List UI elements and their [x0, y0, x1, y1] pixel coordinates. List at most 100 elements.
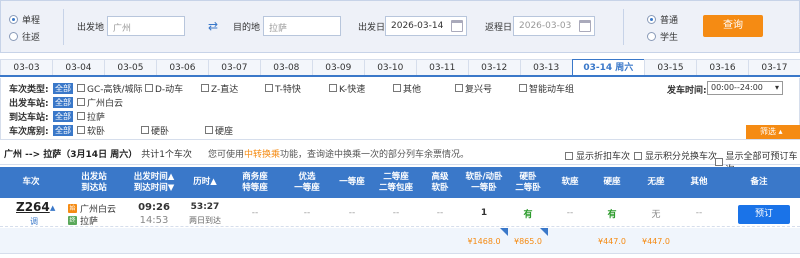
filter-checkbox[interactable]: 其他 — [393, 82, 455, 95]
return-date-input[interactable]: 2026-03-03 — [513, 16, 595, 36]
checkbox-icon — [205, 126, 213, 134]
col-soft-sleeper: 软卧/动卧 一等卧 — [465, 171, 503, 193]
filter-checkbox[interactable]: T-特快 — [265, 82, 329, 95]
price-standing: ¥447.0 — [642, 236, 670, 246]
radio-dot-icon — [9, 15, 18, 24]
train-sub-label: 调 — [30, 217, 38, 226]
date-tab[interactable]: 03-03 — [0, 59, 53, 75]
seat-standing: 无 — [651, 209, 661, 220]
all-button[interactable]: 全部 — [53, 96, 73, 108]
transfer-tip: 您可使用中转换乘功能，查询途中换乘一次的部分列车余票情况。 — [207, 150, 469, 160]
filter-checkbox[interactable]: K-快速 — [329, 82, 393, 95]
seat-hard-seat[interactable]: 有 — [592, 199, 632, 227]
date-tab[interactable]: 03-05 — [103, 59, 157, 75]
checkbox-icon — [329, 84, 337, 92]
train-number[interactable]: Z264 — [16, 200, 50, 214]
col-duration[interactable]: 历时▲ — [182, 167, 228, 198]
date-tab[interactable]: 03-10 — [363, 59, 417, 75]
filter-checkbox[interactable]: 智能动车组 — [519, 82, 589, 95]
seat-hard-sleeper[interactable]: 有 — [508, 199, 548, 227]
filter-checkbox[interactable]: 广州白云 — [77, 96, 123, 109]
show-discount-checkbox[interactable]: 显示折扣车次 — [565, 149, 630, 162]
date-tab[interactable]: 03-13 — [519, 59, 573, 75]
col-standing: 无座 — [647, 177, 665, 187]
calendar-icon[interactable] — [451, 20, 463, 32]
radio-dot-icon — [647, 32, 656, 41]
arrive-time: 14:53 — [139, 214, 169, 226]
calendar-icon[interactable] — [579, 20, 591, 32]
filter-checkbox[interactable]: 硬座 — [205, 124, 233, 137]
date-tab[interactable]: 03-17 — [747, 59, 800, 75]
filter-checkbox[interactable]: 拉萨 — [77, 110, 105, 123]
one-way-radio[interactable]: 单程 — [9, 13, 40, 26]
passenger-student-radio[interactable]: 学生 — [647, 30, 678, 43]
show-points-checkbox[interactable]: 显示积分兑换车次 — [634, 149, 717, 162]
filter-checkbox[interactable]: Z-直达 — [201, 82, 265, 95]
result-summary: 广州 --> 拉萨（3月14日 周六） 共计1个车次 您可使用中转换乘功能，查询… — [0, 143, 800, 175]
transfer-link[interactable]: 中转换乘 — [244, 150, 280, 160]
date-tab[interactable]: 03-15 — [644, 59, 697, 75]
radio-dot-icon — [9, 32, 18, 41]
arrive-station-filter: 到达车站: 全部 拉萨 — [9, 110, 106, 123]
filter-button[interactable]: 筛选 ▴ — [746, 125, 800, 139]
corner-tag-icon — [540, 228, 548, 236]
depart-time-select[interactable]: 00:00--24:00 ▾ — [707, 81, 783, 95]
col-hard-sleeper: 硬卧 二等卧 — [515, 171, 541, 193]
date-tab[interactable]: 03-08 — [259, 59, 313, 75]
col-times[interactable]: 出发时间▲ 到达时间▼ — [126, 167, 182, 198]
date-tab[interactable]: 03-06 — [155, 59, 209, 75]
col-business: 商务座 特等座 — [242, 171, 268, 193]
checkbox-icon — [715, 158, 723, 166]
seat-second: -- — [392, 208, 400, 218]
date-tab[interactable]: 03-04 — [51, 59, 105, 75]
checkbox-icon — [77, 112, 85, 120]
corner-tag-icon — [500, 228, 508, 236]
round-trip-radio[interactable]: 往返 — [9, 30, 40, 43]
seat-deluxe-soft: -- — [436, 208, 444, 218]
date-tab[interactable]: 03-12 — [467, 59, 521, 75]
checkbox-icon — [77, 98, 85, 106]
depart-time-label: 发车时间: — [667, 86, 707, 96]
price-hard-seat: ¥447.0 — [598, 236, 626, 246]
depart-date-input[interactable]: 2026-03-14 — [385, 16, 467, 36]
seat-soft-seat: -- — [566, 208, 574, 218]
date-tab[interactable]: 03-09 — [311, 59, 365, 75]
expand-triangle-icon[interactable]: ▲ — [50, 204, 55, 212]
all-button[interactable]: 全部 — [53, 124, 73, 136]
filter-checkbox[interactable]: GC-高铁/城际 — [77, 82, 145, 95]
all-button[interactable]: 全部 — [53, 110, 73, 122]
passenger-normal-radio[interactable]: 普通 — [647, 13, 678, 26]
from-input[interactable]: 广州 — [107, 16, 185, 36]
filter-checkbox[interactable]: D-动车 — [145, 82, 201, 95]
book-button[interactable]: 预订 — [738, 205, 790, 224]
seat-business: -- — [251, 208, 259, 218]
date-tab[interactable]: 03-07 — [207, 59, 261, 75]
date-tabs: 03-03 03-04 03-05 03-06 03-07 03-08 03-0… — [0, 59, 800, 77]
col-remark: 备注 — [750, 177, 768, 187]
date-tab[interactable]: 03-11 — [415, 59, 469, 75]
checkbox-icon — [77, 126, 85, 134]
swap-stations-icon[interactable]: ⇄ — [206, 19, 220, 33]
table-header: 车次 出发站 到达站 出发时间▲ 到达时间▼ 历时▲ 商务座 特等座 优选 一等座 一等… — [0, 167, 800, 198]
checkbox-icon — [145, 84, 153, 92]
date-tab-active[interactable]: 03-14 周六 — [571, 59, 646, 75]
col-other: 其他 — [690, 177, 708, 187]
checkbox-icon — [565, 151, 573, 160]
seat-type-filter: 车次席别: 全部 软卧 硬卧 硬座 — [9, 124, 234, 137]
filter-checkbox[interactable]: 复兴号 — [455, 82, 519, 95]
checkbox-icon — [634, 151, 642, 160]
query-button[interactable]: 查询 — [703, 15, 763, 37]
all-button[interactable]: 全部 — [53, 82, 73, 94]
filter-checkbox[interactable]: 硬卧 — [141, 124, 205, 137]
to-input[interactable]: 拉萨 — [263, 16, 341, 36]
end-badge-icon: 终 — [68, 216, 77, 225]
seat-soft-sleeper[interactable]: 1 — [460, 199, 508, 227]
to-label: 目的地 — [233, 23, 261, 33]
table-row: Z264 ▲ 调 始广州白云 终拉萨 09:26 14:53 53:27 两日到… — [0, 199, 800, 227]
col-second: 二等座 二等包座 — [378, 171, 413, 193]
result-count: 共计1个车次 — [141, 150, 192, 160]
date-tab[interactable]: 03-16 — [695, 59, 749, 75]
divider — [623, 9, 624, 45]
filter-checkbox[interactable]: 软卧 — [77, 124, 141, 137]
route-title: 广州 --> 拉萨（3月14日 周六） — [4, 150, 138, 160]
